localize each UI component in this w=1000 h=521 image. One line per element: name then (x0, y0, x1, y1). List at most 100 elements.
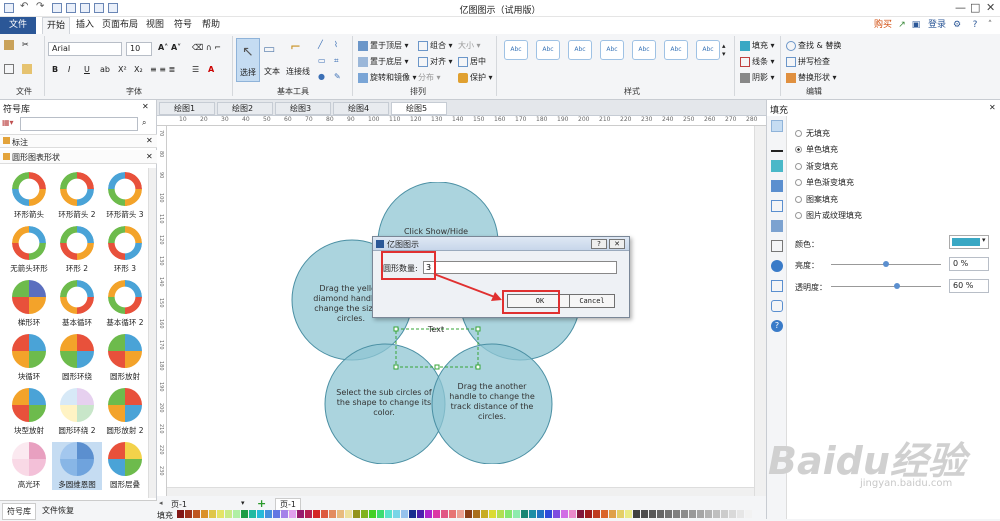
style-preset-5[interactable]: Abc (632, 40, 656, 60)
color-swatch[interactable] (185, 510, 192, 518)
style-preset-3[interactable]: Abc (568, 40, 592, 60)
clear-format-icon[interactable]: ⌫ ∩ ⌐ (192, 43, 221, 52)
library-item[interactable]: 无箭头环形 (4, 226, 54, 274)
tab-help[interactable]: 帮助 (198, 17, 224, 34)
color-swatch[interactable] (609, 510, 616, 518)
buy-link[interactable]: 购买 (872, 17, 894, 34)
color-swatch[interactable] (481, 510, 488, 518)
option-solid-fill[interactable]: 单色填充 (795, 144, 838, 155)
tab-drawing-5[interactable]: 绘图5 (391, 102, 447, 115)
color-picker[interactable]: ▾ (949, 235, 989, 249)
library-item[interactable]: 多圆维恩图 (52, 442, 102, 490)
color-swatch[interactable] (369, 510, 376, 518)
color-swatch[interactable] (649, 510, 656, 518)
tab-drawing-3[interactable]: 绘图3 (275, 102, 331, 115)
color-swatch[interactable] (489, 510, 496, 518)
color-swatch[interactable] (625, 510, 632, 518)
add-page-icon[interactable]: + (257, 497, 266, 510)
cut-icon[interactable]: ✂ (22, 40, 29, 49)
protect-button[interactable]: 保护 ▾ (458, 72, 493, 83)
maximize-button[interactable]: □ (970, 1, 980, 14)
color-swatch[interactable] (569, 510, 576, 518)
color-swatch[interactable] (705, 510, 712, 518)
settings-gear-icon[interactable]: ⚙ (950, 17, 964, 34)
style-preset-7[interactable]: Abc (696, 40, 720, 60)
color-swatch[interactable] (433, 510, 440, 518)
replace-shape-button[interactable]: 替换形状 ▾ (786, 72, 837, 83)
color-swatch[interactable] (729, 510, 736, 518)
share-icon[interactable]: ↗ (896, 17, 908, 34)
color-swatch[interactable] (289, 510, 296, 518)
library-item[interactable]: 环形箭头 3 (100, 172, 150, 220)
line-button[interactable]: 线条 ▾ (740, 56, 775, 67)
color-swatch[interactable] (297, 510, 304, 518)
color-swatch[interactable] (593, 510, 600, 518)
color-swatch[interactable] (633, 510, 640, 518)
color-swatch[interactable] (641, 510, 648, 518)
color-swatch[interactable] (513, 510, 520, 518)
color-swatch[interactable] (193, 510, 200, 518)
style-scroll-icon[interactable]: ▴ ▾ (722, 42, 726, 58)
underline-button[interactable]: U (84, 65, 90, 74)
section-close-icon[interactable]: ✕ (146, 136, 153, 145)
section-close-icon[interactable]: ✕ (146, 152, 153, 161)
format-painter-icon[interactable] (22, 64, 34, 74)
help-icon[interactable]: ? (968, 17, 982, 34)
superscript-button[interactable]: X² (118, 65, 127, 74)
tab-view[interactable]: 视图 (142, 17, 168, 34)
color-swatch[interactable] (329, 510, 336, 518)
tab-drawing-4[interactable]: 绘图4 (333, 102, 389, 115)
library-scrollbar[interactable] (148, 168, 156, 498)
library-item[interactable]: 高光环 (4, 442, 54, 490)
center-button[interactable]: 居中 (458, 56, 486, 67)
find-replace-button[interactable]: 查找 & 替换 (786, 40, 841, 51)
color-swatch[interactable] (713, 510, 720, 518)
color-swatch[interactable] (505, 510, 512, 518)
color-swatch[interactable] (545, 510, 552, 518)
distribute-button[interactable]: 分布 ▾ (418, 72, 441, 83)
ribbon-collapse-icon[interactable]: ˄ (984, 17, 996, 34)
search-icon[interactable]: ⌕ (142, 118, 146, 128)
library-item[interactable]: 块型放射 (4, 388, 54, 436)
color-swatch[interactable] (225, 510, 232, 518)
list-icon[interactable]: ☰ (192, 65, 199, 74)
library-item[interactable]: 圆形环绕 2 (52, 388, 102, 436)
horizontal-scrollbar[interactable] (167, 487, 754, 496)
color-swatch[interactable] (657, 510, 664, 518)
italic-button[interactable]: I (68, 65, 70, 74)
color-swatch[interactable] (273, 510, 280, 518)
align-button[interactable]: 对齐 ▾ (418, 56, 453, 67)
fill-icon[interactable] (771, 120, 783, 132)
color-swatch[interactable] (561, 510, 568, 518)
tab-file[interactable]: 文件 (0, 17, 36, 34)
line-style-icon[interactable] (771, 140, 783, 152)
note-icon[interactable] (771, 280, 783, 292)
line-tool-icon[interactable]: ╱ (318, 40, 323, 49)
page-nav-icon[interactable]: ◂ (159, 499, 163, 507)
spell-check-button[interactable]: 拼写检查 (786, 56, 830, 67)
color-swatch[interactable] (321, 510, 328, 518)
color-swatch[interactable] (497, 510, 504, 518)
color-swatch[interactable] (337, 510, 344, 518)
group-button[interactable]: 组合 ▾ (418, 40, 453, 51)
color-swatch[interactable] (697, 510, 704, 518)
ellipse-tool-icon[interactable]: ● (318, 72, 325, 81)
option-mono-gradient-fill[interactable]: 单色渐变填充 (795, 177, 854, 188)
help-circle-icon[interactable]: ? (771, 320, 783, 332)
globe-icon[interactable] (771, 260, 783, 272)
fill-panel-close-icon[interactable]: ✕ (989, 103, 996, 112)
color-swatch[interactable] (377, 510, 384, 518)
page-dropdown-icon[interactable]: ▾ (241, 499, 245, 507)
color-swatch[interactable] (617, 510, 624, 518)
color-swatch[interactable] (353, 510, 360, 518)
account-icon[interactable]: ▣ (910, 17, 922, 34)
bring-to-front-button[interactable]: 置于顶层 ▾ (358, 40, 409, 51)
library-item[interactable]: 圆形层叠 (100, 442, 150, 490)
color-swatch[interactable] (417, 510, 424, 518)
color-swatch[interactable] (209, 510, 216, 518)
tab-symbol-library[interactable]: 符号库 (2, 503, 36, 520)
cancel-button[interactable]: Cancel (569, 294, 615, 308)
library-close-icon[interactable]: ✕ (142, 102, 149, 111)
close-button[interactable]: ✕ (986, 1, 995, 14)
library-menu-icon[interactable]: ▦▾ (2, 118, 16, 130)
